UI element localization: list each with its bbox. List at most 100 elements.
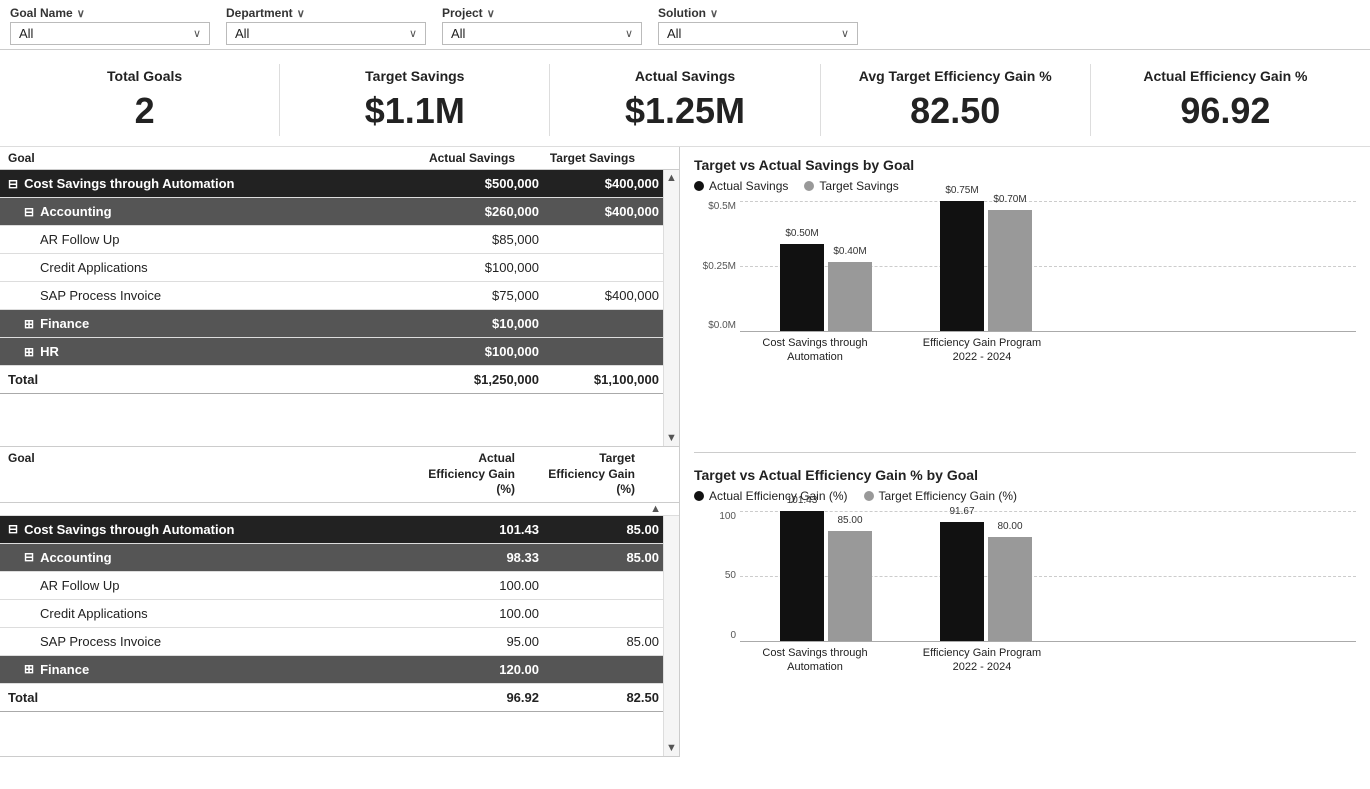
savings-chart-legend: Actual Savings Target Savings bbox=[694, 179, 1356, 193]
eff-bar1-actual: 101.43 bbox=[780, 511, 824, 641]
savings-scroll-down-icon[interactable]: ▼ bbox=[666, 432, 677, 444]
expand-minus-icon[interactable]: ⊟ bbox=[24, 550, 34, 564]
savings-legend-target: Target Savings bbox=[804, 179, 898, 193]
eff-bar1-target-label: 85.00 bbox=[837, 515, 862, 526]
project-select[interactable]: All ∨ bbox=[442, 22, 642, 45]
row-label: SAP Process Invoice bbox=[40, 634, 161, 649]
kpi-target-savings-value: $1.1M bbox=[290, 90, 539, 132]
row-label: Finance bbox=[40, 316, 89, 331]
row-goal-cell: AR Follow Up bbox=[0, 228, 419, 251]
expand-plus-icon[interactable]: ⊞ bbox=[24, 317, 34, 331]
savings-legend-actual: Actual Savings bbox=[694, 179, 788, 193]
efficiency-legend-target: Target Efficiency Gain (%) bbox=[864, 489, 1018, 503]
filter-project-label: Project ∨ bbox=[442, 6, 642, 20]
row-target-cell: $1,100,000 bbox=[549, 372, 679, 387]
savings-bar1-actual: $0.50M bbox=[780, 244, 824, 331]
kpi-avg-target-efficiency-value: 82.50 bbox=[831, 90, 1080, 132]
savings-bar-group1: $0.50M $0.40M bbox=[780, 244, 872, 331]
expand-minus-icon[interactable]: ⊟ bbox=[24, 205, 34, 219]
left-panel: Goal Actual Savings Target Savings ⊟Cost… bbox=[0, 147, 680, 757]
row-goal-cell: SAP Process Invoice bbox=[0, 630, 419, 653]
kpi-target-savings-title: Target Savings bbox=[290, 68, 539, 84]
savings-legend-target-label: Target Savings bbox=[819, 179, 898, 193]
savings-col-target-header: Target Savings bbox=[525, 151, 655, 165]
savings-bar-group2: $0.75M $0.70M bbox=[940, 201, 1032, 331]
row-goal-cell: ⊟ Cost Savings through Automation bbox=[0, 518, 419, 541]
table-row: ⊟Accounting98.3385.00 bbox=[0, 544, 679, 572]
solution-select[interactable]: All ∨ bbox=[658, 22, 858, 45]
efficiency-scroll-down-icon[interactable]: ▼ bbox=[666, 742, 677, 754]
table-row: ⊟Cost Savings through Automation$500,000… bbox=[0, 170, 679, 198]
row-target-cell: $400,000 bbox=[549, 288, 679, 303]
savings-bar-chart: $0.5M $0.25M $0.0M $0.50M bbox=[694, 201, 1356, 361]
goal-name-select[interactable]: All ∨ bbox=[10, 22, 210, 45]
table-row: Credit Applications100.00 bbox=[0, 600, 679, 628]
expand-minus-icon[interactable]: ⊟ bbox=[8, 177, 18, 191]
row-actual-cell: $500,000 bbox=[419, 176, 549, 191]
right-panel: Target vs Actual Savings by Goal Actual … bbox=[680, 147, 1370, 757]
kpi-total-goals-title: Total Goals bbox=[20, 68, 269, 84]
goal-name-label-text: Goal Name bbox=[10, 6, 73, 20]
table-row: Credit Applications$100,000 bbox=[0, 254, 679, 282]
filter-goal-name-label: Goal Name ∨ bbox=[10, 6, 210, 20]
savings-bar2-actual: $0.75M bbox=[940, 201, 984, 331]
savings-bar1-target-bar bbox=[828, 262, 872, 331]
eff-gridline-bot bbox=[740, 641, 1356, 642]
table-row: AR Follow Up100.00 bbox=[0, 572, 679, 600]
goal-name-chevron-icon: ∨ bbox=[77, 7, 85, 20]
expand-plus-icon[interactable]: ⊞ bbox=[24, 662, 34, 676]
efficiency-col-actual-header: ActualEfficiency Gain(%) bbox=[395, 451, 525, 498]
savings-scroll-up-icon[interactable]: ▲ bbox=[666, 172, 677, 184]
department-select[interactable]: All ∨ bbox=[226, 22, 426, 45]
kpi-target-savings: Target Savings $1.1M bbox=[280, 64, 550, 136]
eff-bar1-actual-bar bbox=[780, 511, 824, 641]
row-label: Cost Savings through Automation bbox=[24, 522, 234, 537]
savings-legend-target-dot bbox=[804, 181, 814, 191]
expand-plus-icon[interactable]: ⊞ bbox=[24, 345, 34, 359]
table-row: ⊞HR$100,000 bbox=[0, 338, 679, 366]
row-actual-cell: $260,000 bbox=[419, 204, 549, 219]
row-label: Total bbox=[8, 372, 38, 387]
table-row: ⊟Cost Savings through Automation101.4385… bbox=[0, 516, 679, 544]
savings-x-label1: Cost Savings throughAutomation bbox=[760, 336, 870, 365]
efficiency-y-axis-50: 50 bbox=[725, 570, 736, 581]
efficiency-chart-title: Target vs Actual Efficiency Gain % by Go… bbox=[694, 467, 1356, 483]
savings-gridline-bot bbox=[740, 331, 1356, 332]
row-target-cell: 82.50 bbox=[549, 690, 679, 705]
savings-chart-area: $0.50M $0.40M $0.75M bbox=[740, 201, 1356, 331]
efficiency-table-section: Goal ActualEfficiency Gain(%) TargetEffi… bbox=[0, 447, 679, 757]
eff-bar2-target-bar bbox=[988, 537, 1032, 641]
efficiency-table-header: Goal ActualEfficiency Gain(%) TargetEffi… bbox=[0, 447, 679, 503]
row-label: Credit Applications bbox=[40, 260, 148, 275]
table-row: ⊟Accounting$260,000$400,000 bbox=[0, 198, 679, 226]
filter-bar: Goal Name ∨ All ∨ Department ∨ All ∨ Pro… bbox=[0, 0, 1370, 50]
savings-bar2-target-bar bbox=[988, 210, 1032, 331]
savings-x-label2: Efficiency Gain Program2022 - 2024 bbox=[922, 336, 1042, 365]
kpi-actual-savings: Actual Savings $1.25M bbox=[550, 64, 820, 136]
kpi-avg-target-efficiency: Avg Target Efficiency Gain % 82.50 bbox=[821, 64, 1091, 136]
project-dropdown-icon: ∨ bbox=[625, 27, 633, 40]
eff-bar1-target: 85.00 bbox=[828, 531, 872, 641]
row-label: AR Follow Up bbox=[40, 578, 119, 593]
table-row: Total$1,250,000$1,100,000 bbox=[0, 366, 679, 394]
efficiency-legend-actual: Actual Efficiency Gain (%) bbox=[694, 489, 848, 503]
row-actual-cell: $100,000 bbox=[419, 344, 549, 359]
savings-bar2-actual-label: $0.75M bbox=[945, 185, 978, 196]
efficiency-y-axis-100: 100 bbox=[719, 511, 736, 522]
row-goal-cell: Credit Applications bbox=[0, 256, 419, 279]
efficiency-col-target-header: TargetEfficiency Gain(%) bbox=[525, 451, 655, 498]
row-actual-cell: $75,000 bbox=[419, 288, 549, 303]
filter-goal-name: Goal Name ∨ All ∨ bbox=[10, 6, 210, 45]
savings-bar2-target: $0.70M bbox=[988, 210, 1032, 331]
efficiency-scroll-up-icon[interactable]: ▲ bbox=[650, 503, 661, 515]
solution-value: All bbox=[667, 26, 681, 41]
savings-gridline-top bbox=[740, 201, 1356, 202]
savings-bar1-actual-bar bbox=[780, 244, 824, 331]
row-goal-cell: Total bbox=[0, 686, 419, 709]
eff-bar1-actual-label: 101.43 bbox=[787, 495, 818, 506]
table-row: SAP Process Invoice95.0085.00 bbox=[0, 628, 679, 656]
row-actual-cell: 98.33 bbox=[419, 550, 549, 565]
expand-minus-icon[interactable]: ⊟ bbox=[8, 522, 18, 536]
kpi-row: Total Goals 2 Target Savings $1.1M Actua… bbox=[0, 50, 1370, 147]
savings-bar1-target: $0.40M bbox=[828, 262, 872, 331]
